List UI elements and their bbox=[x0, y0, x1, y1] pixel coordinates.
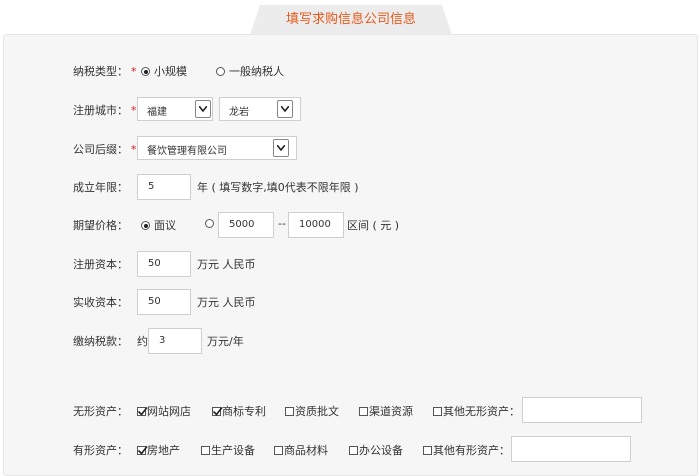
city-label: 注册城市： * bbox=[73, 104, 137, 117]
tangible-row: 有形资产： 房地产 生产设备 商品材料 办公设备 其他有形资产： bbox=[0, 436, 700, 462]
tax-paid-prefix: 约 bbox=[137, 335, 148, 348]
tax-paid-row: 缴纳税款： 约 3 万元/年 bbox=[0, 328, 700, 354]
years-row: 成立年限： 5 年 ( 填写数字,填0代表不限年限 ) bbox=[0, 174, 700, 200]
reg-capital-unit: 万元 人民币 bbox=[197, 258, 256, 271]
paid-capital-row: 实收资本： 50 万元 人民币 bbox=[0, 289, 700, 315]
paid-capital-unit: 万元 人民币 bbox=[197, 296, 256, 309]
range-dash: -- bbox=[278, 217, 286, 230]
price-max-input[interactable]: 10000 bbox=[288, 212, 344, 238]
other-intangible-input[interactable] bbox=[522, 397, 642, 423]
city-row: 注册城市： * 福建 龙岩 bbox=[0, 97, 700, 123]
province-select[interactable]: 福建 bbox=[137, 97, 213, 121]
radio-icon[interactable] bbox=[141, 67, 150, 76]
price-min-input[interactable]: 5000 bbox=[218, 212, 274, 238]
price-row: 期望价格： 面议 5000 -- 10000 区间 ( 元 ) bbox=[0, 212, 700, 238]
city-select[interactable]: 龙岩 bbox=[219, 97, 301, 121]
radio-icon[interactable] bbox=[141, 221, 150, 230]
reg-capital-row: 注册资本： 50 万元 人民币 bbox=[0, 251, 700, 277]
tax-paid-unit: 万元/年 bbox=[207, 335, 244, 348]
checkbox-office-equipment[interactable]: 办公设备 bbox=[349, 442, 403, 458]
radio-negotiable[interactable]: 面议 bbox=[141, 217, 176, 233]
radio-general-taxpayer[interactable]: 一般纳税人 bbox=[216, 63, 284, 79]
reg-capital-label: 注册资本： bbox=[73, 258, 128, 271]
checkbox-checked-icon[interactable] bbox=[212, 407, 223, 416]
chevron-down-icon[interactable] bbox=[277, 100, 293, 118]
checkbox-icon[interactable] bbox=[349, 446, 358, 455]
intangible-label: 无形资产： bbox=[73, 405, 128, 418]
tax-paid-input[interactable]: 3 bbox=[148, 328, 202, 354]
tangible-label: 有形资产： bbox=[73, 444, 128, 457]
years-hint: 年 ( 填写数字,填0代表不限年限 ) bbox=[197, 181, 359, 194]
reg-capital-input[interactable]: 50 bbox=[137, 251, 191, 277]
checkbox-other-tangible[interactable]: 其他有形资产： bbox=[423, 442, 510, 458]
chevron-down-icon[interactable] bbox=[273, 139, 289, 157]
checkbox-icon[interactable] bbox=[274, 446, 283, 455]
suffix-label: 公司后缀： * bbox=[73, 143, 137, 156]
radio-icon[interactable] bbox=[205, 219, 214, 228]
checkbox-icon[interactable] bbox=[359, 407, 368, 416]
price-label: 期望价格： bbox=[73, 219, 128, 232]
checkbox-icon[interactable] bbox=[433, 407, 442, 416]
checkbox-checked-icon[interactable] bbox=[137, 407, 148, 416]
tax-paid-label: 缴纳税款： bbox=[73, 335, 128, 348]
checkbox-icon[interactable] bbox=[201, 446, 210, 455]
price-unit: 区间 ( 元 ) bbox=[347, 219, 400, 232]
checkbox-website-store[interactable]: 网站网店 bbox=[137, 403, 191, 419]
radio-small-scale[interactable]: 小规模 bbox=[141, 63, 187, 79]
checkbox-qualification[interactable]: 资质批文 bbox=[285, 403, 339, 419]
checkbox-goods-materials[interactable]: 商品材料 bbox=[274, 442, 328, 458]
paid-capital-label: 实收资本： bbox=[73, 296, 128, 309]
intangible-row: 无形资产： 网站网店 商标专利 资质批文 渠道资源 其他无形资产： bbox=[0, 397, 700, 423]
other-tangible-input[interactable] bbox=[511, 436, 631, 462]
tax-type-row: 纳税类型： * 小规模 一般纳税人 bbox=[0, 58, 700, 84]
checkbox-production-equipment[interactable]: 生产设备 bbox=[201, 442, 255, 458]
checkbox-checked-icon[interactable] bbox=[137, 446, 148, 455]
checkbox-icon[interactable] bbox=[285, 407, 294, 416]
chevron-down-icon[interactable] bbox=[195, 100, 211, 118]
checkbox-real-estate[interactable]: 房地产 bbox=[137, 442, 180, 458]
suffix-row: 公司后缀： * 餐饮管理有限公司 bbox=[0, 136, 700, 162]
tax-type-label: 纳税类型： * bbox=[73, 65, 137, 78]
checkbox-other-intangible[interactable]: 其他无形资产： bbox=[433, 403, 520, 419]
tab-bar: 填写求购信息公司信息 bbox=[0, 0, 700, 36]
tab-company-info[interactable]: 填写求购信息公司信息 bbox=[250, 5, 452, 35]
checkbox-trademark-patent[interactable]: 商标专利 bbox=[212, 403, 266, 419]
radio-price-range[interactable] bbox=[205, 217, 218, 230]
radio-icon[interactable] bbox=[216, 67, 225, 76]
checkbox-channel-resource[interactable]: 渠道资源 bbox=[359, 403, 413, 419]
paid-capital-input[interactable]: 50 bbox=[137, 289, 191, 315]
checkbox-icon[interactable] bbox=[423, 446, 432, 455]
suffix-select[interactable]: 餐饮管理有限公司 bbox=[137, 136, 297, 160]
years-input[interactable]: 5 bbox=[137, 174, 191, 200]
years-label: 成立年限： bbox=[73, 181, 128, 194]
